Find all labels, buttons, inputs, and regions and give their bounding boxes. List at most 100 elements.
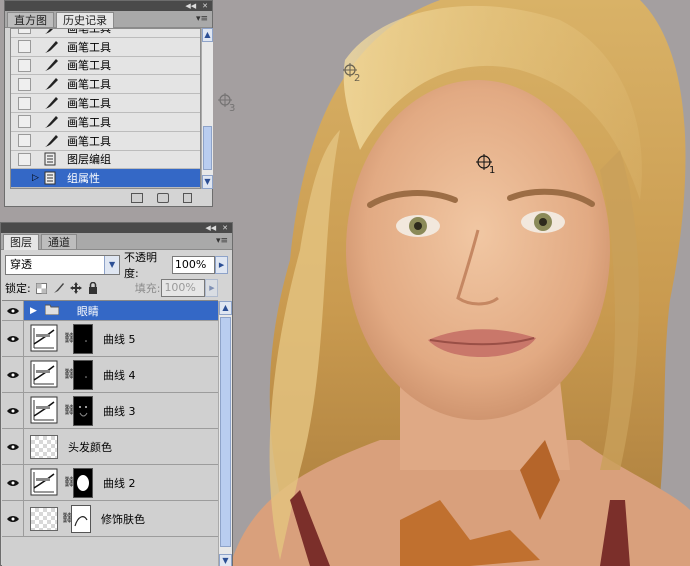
visibility-eye-icon[interactable] — [2, 357, 24, 392]
close-panel-icon[interactable]: ✕ — [202, 1, 208, 11]
collapse-icon[interactable]: ◀◀ — [185, 1, 196, 11]
scroll-up-arrow[interactable]: ▲ — [219, 301, 232, 315]
history-item[interactable]: 图层编组 — [11, 151, 200, 170]
layers-panel-titlebar[interactable]: ◀◀ ✕ — [1, 223, 232, 233]
brush-icon — [43, 134, 59, 148]
layer-list[interactable]: ▶ 眼睛 ⛓ 曲线 5 ⛓ 曲线 4 ⛓ 曲线 3 头发颜色 ⛓ 曲线 2 ⛓ 修饰肤色 — [2, 300, 218, 566]
history-source-checkbox[interactable] — [18, 29, 31, 35]
delete-state-icon[interactable] — [183, 192, 192, 203]
curves-adjustment-thumbnail-icon[interactable] — [30, 324, 60, 354]
history-source-checkbox[interactable] — [18, 77, 31, 91]
mask-link-icon[interactable]: ⛓ — [63, 333, 76, 344]
layers-scrollbar[interactable]: ▲ ▼ — [218, 301, 232, 566]
lock-image-brush-icon[interactable] — [53, 282, 65, 294]
mask-link-icon[interactable]: ⛓ — [61, 513, 74, 524]
history-source-checkbox[interactable] — [18, 58, 31, 72]
layer-name[interactable]: 修饰肤色 — [101, 511, 145, 527]
visibility-eye-icon[interactable] — [2, 465, 24, 500]
layer-thumbnail[interactable] — [30, 506, 58, 531]
close-panel-icon[interactable]: ✕ — [222, 223, 228, 233]
history-item[interactable]: 画笔工具 — [11, 38, 200, 57]
lock-all-icon[interactable] — [87, 282, 99, 294]
layer-mask-thumbnail[interactable] — [73, 323, 93, 354]
history-list[interactable]: 画笔工具 画笔工具 画笔工具 画笔工具 画笔工具 画笔工具 画笔工具 图层编组 ▷ 组属性 — [10, 28, 201, 189]
scroll-down-arrow[interactable]: ▼ — [219, 554, 232, 566]
layers-panel: ◀◀ ✕ 图层 通道 ▾≡ 穿透 ▼ 不透明度: 100% ▶ 锁定: 填充: … — [0, 222, 233, 566]
tab-layers[interactable]: 图层 — [3, 234, 39, 250]
history-item[interactable]: 画笔工具 — [11, 94, 200, 113]
visibility-eye-icon[interactable] — [2, 393, 24, 428]
history-item[interactable]: 画笔工具 — [11, 28, 200, 38]
layers-tabs: 图层 通道 ▾≡ — [1, 233, 232, 250]
brush-icon — [43, 29, 59, 35]
lock-position-move-icon[interactable] — [69, 282, 82, 294]
visibility-eye-icon[interactable] — [2, 501, 24, 536]
lock-transparency-icon[interactable] — [36, 282, 48, 294]
layer-row[interactable]: ⛓ 曲线 5 — [2, 321, 218, 357]
history-item-label: 画笔工具 — [67, 28, 111, 35]
history-panel-titlebar[interactable]: ◀◀ ✕ — [5, 1, 212, 11]
layer-mask-thumbnail[interactable] — [73, 359, 93, 390]
layer-thumbnail[interactable] — [30, 434, 58, 459]
history-scrollbar[interactable]: ▲ ▼ — [201, 28, 213, 189]
mask-link-icon[interactable]: ⛓ — [63, 369, 76, 380]
layer-mask-thumbnail[interactable] — [73, 467, 93, 498]
curves-adjustment-thumbnail-icon[interactable] — [30, 396, 60, 426]
fill-field[interactable]: 100% — [161, 279, 206, 297]
curves-adjustment-thumbnail-icon[interactable] — [30, 468, 60, 498]
panel-menu-icon[interactable]: ▾≡ — [216, 236, 228, 246]
layer-row[interactable]: ⛓ 曲线 3 — [2, 393, 218, 429]
history-source-checkbox[interactable] — [18, 172, 31, 185]
history-panel: ◀◀ ✕ 直方图 历史记录 ▾≡ 画笔工具 画笔工具 画笔工具 画笔工具 画笔工具 画笔工… — [4, 0, 213, 207]
history-item-label: 组属性 — [67, 172, 100, 186]
mask-link-icon[interactable]: ⛓ — [63, 477, 76, 488]
curves-adjustment-thumbnail-icon[interactable] — [30, 360, 60, 390]
expand-group-icon[interactable]: ▶ — [30, 306, 37, 316]
visibility-eye-icon[interactable] — [2, 321, 24, 356]
snapshot-icon[interactable] — [157, 192, 169, 203]
layer-mask-thumbnail[interactable] — [73, 395, 93, 426]
blend-mode-select[interactable]: 穿透 ▼ — [5, 254, 121, 275]
tab-channels[interactable]: 通道 — [41, 234, 77, 249]
history-item[interactable]: 画笔工具 — [11, 57, 200, 76]
scroll-thumb[interactable] — [220, 317, 231, 547]
scroll-down-arrow[interactable]: ▼ — [202, 175, 213, 189]
fill-slider-button[interactable]: ▶ — [205, 279, 219, 297]
layer-mask-thumbnail[interactable] — [71, 504, 91, 533]
panel-menu-icon[interactable]: ▾≡ — [196, 14, 208, 24]
opacity-field[interactable]: 100% — [171, 255, 216, 274]
scroll-thumb[interactable] — [203, 126, 212, 170]
tab-histogram[interactable]: 直方图 — [7, 12, 54, 27]
opacity-slider-button[interactable]: ▶ — [215, 255, 229, 274]
layer-row[interactable]: 头发颜色 — [2, 429, 218, 465]
layer-name[interactable]: 曲线 3 — [103, 403, 136, 419]
new-document-from-state-icon[interactable] — [131, 192, 143, 203]
history-source-checkbox[interactable] — [18, 96, 31, 110]
layer-name[interactable]: 曲线 4 — [103, 367, 136, 383]
history-source-checkbox[interactable] — [18, 134, 31, 148]
history-source-checkbox[interactable] — [18, 115, 31, 129]
visibility-eye-icon[interactable] — [2, 429, 24, 464]
history-source-checkbox[interactable] — [18, 152, 31, 166]
layer-row[interactable]: ⛓ 曲线 2 — [2, 465, 218, 501]
history-item[interactable]: 画笔工具 — [11, 75, 200, 95]
history-item[interactable]: 画笔工具 — [11, 132, 200, 151]
fill-label: 填充: — [134, 282, 161, 295]
layer-name[interactable]: 曲线 2 — [103, 475, 136, 491]
tab-history[interactable]: 历史记录 — [56, 12, 114, 28]
scroll-up-arrow[interactable]: ▲ — [202, 28, 213, 42]
collapse-icon[interactable]: ◀◀ — [205, 223, 216, 233]
history-source-checkbox[interactable] — [18, 40, 31, 54]
layer-name[interactable]: 头发颜色 — [68, 439, 112, 455]
visibility-eye-icon[interactable] — [2, 301, 24, 320]
history-item[interactable]: ▷ 组属性 — [11, 169, 200, 188]
history-item[interactable]: 画笔工具 — [11, 113, 200, 132]
history-item-label: 图层编组 — [67, 153, 111, 167]
layer-name[interactable]: 眼睛 — [77, 303, 99, 319]
layer-row[interactable]: ⛓ 曲线 4 — [2, 357, 218, 393]
layer-name[interactable]: 曲线 5 — [103, 331, 136, 347]
layer-row[interactable]: ⛓ 修饰肤色 — [2, 501, 218, 537]
mask-link-icon[interactable]: ⛓ — [63, 405, 76, 416]
layer-group-row[interactable]: ▶ 眼睛 — [2, 301, 218, 321]
chevron-down-icon[interactable]: ▼ — [104, 255, 120, 274]
